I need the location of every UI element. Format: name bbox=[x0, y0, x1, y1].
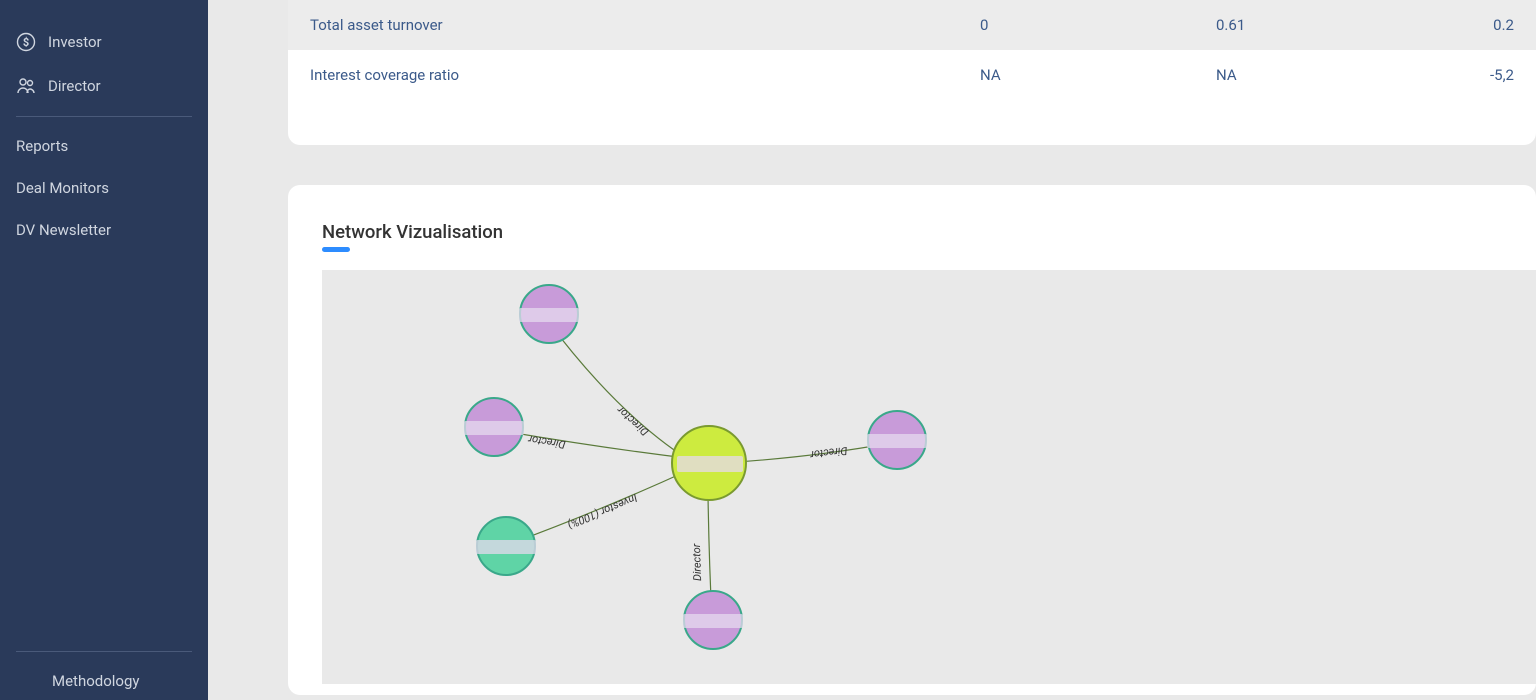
table-row: Interest coverage ratio NA NA -5,2 bbox=[288, 50, 1536, 100]
ratio-cell: 0.2 bbox=[1452, 16, 1514, 34]
ratio-label: Total asset turnover bbox=[310, 16, 980, 34]
sidebar-item-reports[interactable]: Reports bbox=[16, 125, 192, 167]
node-label-redacted bbox=[867, 434, 927, 448]
sidebar-item-investor[interactable]: $ Investor bbox=[16, 20, 192, 64]
sidebar-item-label: DV Newsletter bbox=[16, 221, 111, 239]
sidebar-divider bbox=[16, 116, 192, 117]
sidebar-item-methodology[interactable]: Methodology bbox=[16, 660, 192, 690]
table-row: Total asset turnover 0 0.61 0.2 bbox=[288, 0, 1536, 50]
ratio-cell: -5,2 bbox=[1452, 66, 1514, 84]
sidebar-item-director[interactable]: Director bbox=[16, 64, 192, 108]
ratio-cell: NA bbox=[980, 66, 1216, 84]
graph-edge bbox=[547, 320, 697, 465]
ratio-label: Interest coverage ratio bbox=[310, 66, 980, 84]
director-icon bbox=[16, 76, 36, 96]
node-label-redacted bbox=[683, 614, 743, 628]
main-content: Total asset turnover 0 0.61 0.2 Interest… bbox=[208, 0, 1536, 700]
node-label-redacted bbox=[519, 308, 579, 322]
svg-text:$: $ bbox=[23, 36, 29, 49]
graph-edge bbox=[497, 430, 694, 459]
edge-label: Director bbox=[809, 444, 848, 461]
ratio-cell: 0.61 bbox=[1216, 16, 1452, 34]
sidebar-item-label: Director bbox=[48, 77, 101, 95]
network-graph[interactable]: Director Director Investor (100%) Direct… bbox=[322, 270, 1522, 684]
sidebar-item-label: Investor bbox=[48, 33, 102, 51]
ratio-cell: 0 bbox=[980, 16, 1216, 34]
sidebar: $ Investor Director Reports Deal Monitor… bbox=[0, 0, 208, 700]
edge-label: Director bbox=[614, 403, 651, 438]
section-title: Network Vizualisation bbox=[322, 221, 1536, 243]
edge-label: Investor (100%) bbox=[565, 491, 639, 531]
node-label-redacted bbox=[677, 456, 743, 472]
investor-icon: $ bbox=[16, 32, 36, 52]
sidebar-item-dv-newsletter[interactable]: DV Newsletter bbox=[16, 209, 192, 251]
node-label-redacted bbox=[464, 421, 524, 435]
node-label-redacted bbox=[476, 540, 536, 554]
sidebar-divider bbox=[16, 651, 192, 652]
network-viz-card: Network Vizualisation Director Director … bbox=[288, 185, 1536, 695]
ratio-cell: NA bbox=[1216, 66, 1452, 84]
edge-label: Director bbox=[527, 432, 566, 451]
network-viz-panel[interactable]: Director Director Investor (100%) Direct… bbox=[322, 270, 1536, 684]
ratio-table-card: Total asset turnover 0 0.61 0.2 Interest… bbox=[288, 0, 1536, 145]
sidebar-item-label: Deal Monitors bbox=[16, 179, 109, 197]
title-underline bbox=[322, 247, 350, 252]
edge-label: Director bbox=[690, 543, 704, 581]
sidebar-item-label: Reports bbox=[16, 137, 68, 155]
sidebar-item-deal-monitors[interactable]: Deal Monitors bbox=[16, 167, 192, 209]
sidebar-item-label: Methodology bbox=[52, 672, 140, 690]
